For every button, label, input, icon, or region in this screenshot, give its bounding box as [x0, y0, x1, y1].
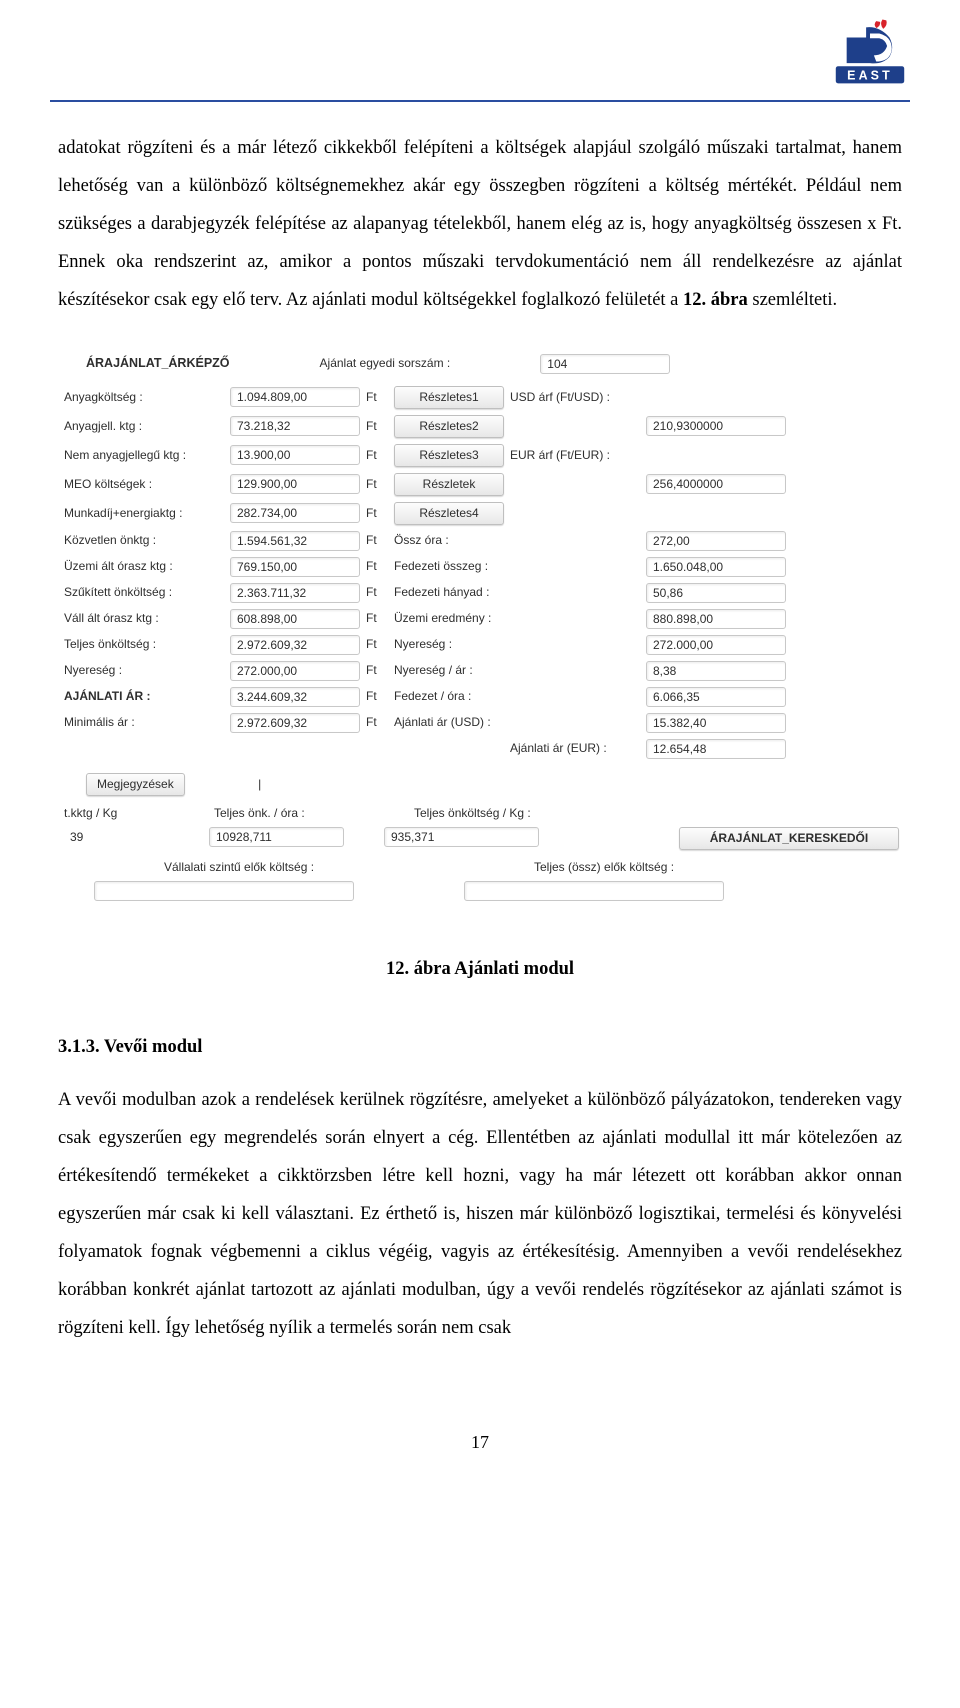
right-label: Üzemi eredmény :	[394, 611, 504, 626]
currency-unit: Ft	[366, 477, 388, 492]
cost-grid: Anyagköltség : Ft Részletes1 USD árf (Ft/US…	[64, 386, 896, 759]
cost-label: AJÁNLATI ÁR :	[64, 689, 224, 704]
cost-label: Anyagköltség :	[64, 390, 224, 405]
details-button[interactable]: Részletek	[394, 473, 504, 496]
cost-value-input[interactable]	[230, 609, 360, 629]
right-value-input[interactable]	[646, 661, 786, 681]
right-label: USD árf (Ft/USD) :	[510, 390, 640, 405]
right-label: Fedezeti összeg :	[394, 559, 504, 574]
cost-label: Üzemi ált órasz ktg :	[64, 559, 224, 574]
right-value-input[interactable]	[646, 531, 786, 551]
total-precost-label: Teljes (össz) elők költség :	[534, 860, 794, 875]
details-button[interactable]: Részletes1	[394, 386, 504, 409]
currency-unit: Ft	[366, 689, 388, 704]
vertical-mark: |	[258, 777, 261, 791]
document-page: adatokat rögzíteni és a már létező cikke…	[0, 0, 960, 1402]
right-label: Össz óra :	[394, 533, 504, 548]
heading-3-1-3: 3.1.3. Vevői modul	[58, 1029, 902, 1067]
cost-label: MEO költségek :	[64, 477, 224, 492]
company-logo: EAST	[830, 18, 910, 88]
currency-unit: Ft	[366, 663, 388, 678]
currency-unit: Ft	[366, 559, 388, 574]
cost-value-input[interactable]	[230, 661, 360, 681]
br-kktg-value[interactable]	[64, 827, 169, 847]
currency-unit: Ft	[366, 715, 388, 730]
cost-value-input[interactable]	[230, 387, 360, 407]
cost-value-input[interactable]	[230, 445, 360, 465]
notes-button[interactable]: Megjegyzések	[86, 773, 185, 796]
cost-value-input[interactable]	[230, 416, 360, 436]
right-label: Fedezet / óra :	[394, 689, 504, 704]
right-label: EUR árf (Ft/EUR) :	[510, 448, 640, 463]
company-precost-label: Vállalati szintű elők költség :	[164, 860, 424, 875]
cost-value-input[interactable]	[230, 583, 360, 603]
right-label: Ajánlati ár (USD) :	[394, 715, 504, 730]
company-precost-input[interactable]	[94, 881, 354, 901]
right-value-input[interactable]	[646, 713, 786, 733]
cost-label: Nem anyagjellegű ktg :	[64, 448, 224, 463]
bh-kktg: t.kktg / Kg	[64, 806, 174, 821]
offer-id-label: Ajánlat egyedi sorszám :	[320, 356, 451, 371]
offer-id-input[interactable]	[540, 354, 670, 374]
currency-unit: Ft	[366, 419, 388, 434]
details-button[interactable]: Részletes2	[394, 415, 504, 438]
trade-offer-button[interactable]: ÁRAJÁNLAT_KERESKEDŐI	[679, 827, 899, 850]
right-value-input[interactable]	[646, 739, 786, 759]
currency-unit: Ft	[366, 533, 388, 548]
right-label: Nyereség :	[394, 637, 504, 652]
currency-unit: Ft	[366, 611, 388, 626]
currency-unit: Ft	[366, 585, 388, 600]
paragraph-1: adatokat rögzíteni és a már létező cikke…	[58, 130, 902, 320]
right-value-input[interactable]	[646, 635, 786, 655]
cost-label: Váll ált órasz ktg :	[64, 611, 224, 626]
app-title: ÁRAJÁNLAT_ÁRKÉPZŐ	[64, 356, 230, 372]
br-teljes-onk-ora-value[interactable]	[209, 827, 344, 847]
app-screenshot: ÁRAJÁNLAT_ÁRKÉPZŐ Ajánlat egyedi sorszám…	[58, 344, 902, 915]
cost-label: Teljes önköltség :	[64, 637, 224, 652]
page-number: 17	[0, 1402, 960, 1493]
cost-value-input[interactable]	[230, 557, 360, 577]
cost-label: Minimális ár :	[64, 715, 224, 730]
svg-text:EAST: EAST	[847, 68, 893, 82]
cost-value-input[interactable]	[230, 474, 360, 494]
details-button[interactable]: Részletes3	[394, 444, 504, 467]
paragraph-2: A vevői modulban azok a rendelések kerül…	[58, 1082, 902, 1347]
right-value-input[interactable]	[646, 557, 786, 577]
cost-value-input[interactable]	[230, 635, 360, 655]
total-precost-input[interactable]	[464, 881, 724, 901]
bottom-section: Megjegyzések | t.kktg / Kg Teljes önk. /…	[64, 773, 896, 901]
details-button[interactable]: Részletes4	[394, 502, 504, 525]
cost-value-input[interactable]	[230, 713, 360, 733]
currency-unit: Ft	[366, 448, 388, 463]
bh-teljes-onk-kg: Teljes önköltség / Kg :	[414, 806, 654, 821]
paragraph-1-tail: szemlélteti.	[748, 290, 837, 310]
cost-label: Anyagjell. ktg :	[64, 419, 224, 434]
right-value-input[interactable]	[646, 609, 786, 629]
right-label: Ajánlati ár (EUR) :	[510, 741, 640, 756]
right-value-input[interactable]	[646, 583, 786, 603]
br-teljes-onk-kg-value[interactable]	[384, 827, 539, 847]
paragraph-1-text: adatokat rögzíteni és a már létező cikke…	[58, 138, 902, 310]
figure-ref-12: 12. ábra	[683, 290, 748, 310]
right-label: Nyereség / ár :	[394, 663, 504, 678]
cost-value-input[interactable]	[230, 687, 360, 707]
currency-unit: Ft	[366, 390, 388, 405]
cost-label: Nyereség :	[64, 663, 224, 678]
bh-teljes-onk-ora: Teljes önk. / óra :	[214, 806, 374, 821]
right-value-input[interactable]	[646, 416, 786, 436]
cost-value-input[interactable]	[230, 531, 360, 551]
figure-caption-12: 12. ábra Ajánlati modul	[58, 951, 902, 989]
currency-unit: Ft	[366, 637, 388, 652]
cost-label: Munkadíj+energiaktg :	[64, 506, 224, 521]
currency-unit: Ft	[366, 506, 388, 521]
cost-label: Közvetlen önktg :	[64, 533, 224, 548]
header-divider	[50, 100, 910, 102]
cost-value-input[interactable]	[230, 503, 360, 523]
cost-label: Szűkített önköltség :	[64, 585, 224, 600]
right-label: Fedezeti hányad :	[394, 585, 504, 600]
right-value-input[interactable]	[646, 474, 786, 494]
right-value-input[interactable]	[646, 687, 786, 707]
